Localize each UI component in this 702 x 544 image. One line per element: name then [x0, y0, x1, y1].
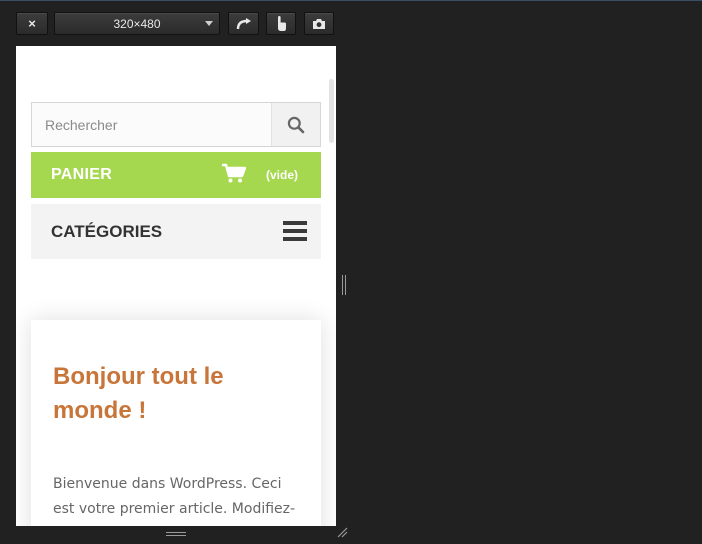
camera-icon [313, 18, 325, 29]
cart-status: (vide) [266, 168, 299, 182]
corner-resize-handle[interactable] [336, 526, 348, 538]
article-card: Bonjour tout le monde ! Bienvenue dans W… [31, 320, 321, 526]
viewport-size-select[interactable]: 320×480 [54, 12, 220, 35]
article-title[interactable]: Bonjour tout le monde ! [53, 360, 293, 428]
cart-bar[interactable]: PANIER (vide) [31, 152, 321, 198]
viewport-size-label: 320×480 [113, 16, 161, 31]
rotate-icon [236, 17, 251, 29]
window-top-border [0, 0, 702, 1]
article-excerpt: Bienvenue dans WordPress. Ceci est votre… [53, 476, 296, 517]
height-resize-handle[interactable] [166, 532, 186, 536]
close-button[interactable]: × [16, 12, 48, 35]
touch-icon [278, 15, 286, 31]
touch-simulation-button[interactable] [266, 12, 296, 35]
chevron-down-icon [205, 21, 213, 26]
screenshot-button[interactable] [304, 12, 334, 35]
viewport-scrollbar[interactable] [329, 79, 334, 143]
shopping-cart-icon [222, 163, 246, 183]
categories-title: CATÉGORIES [51, 221, 163, 241]
search-form [31, 102, 321, 147]
width-resize-handle[interactable] [342, 275, 346, 295]
device-viewport[interactable]: PANIER (vide) CATÉGORIES Bonjour tout le… [16, 46, 336, 526]
hamburger-menu-icon[interactable] [283, 221, 307, 241]
cart-title: PANIER [51, 166, 113, 183]
categories-bar[interactable]: CATÉGORIES [31, 204, 321, 259]
search-button[interactable] [271, 103, 320, 146]
search-input[interactable] [32, 103, 271, 146]
rotate-button[interactable] [228, 12, 259, 35]
search-icon [287, 116, 305, 133]
